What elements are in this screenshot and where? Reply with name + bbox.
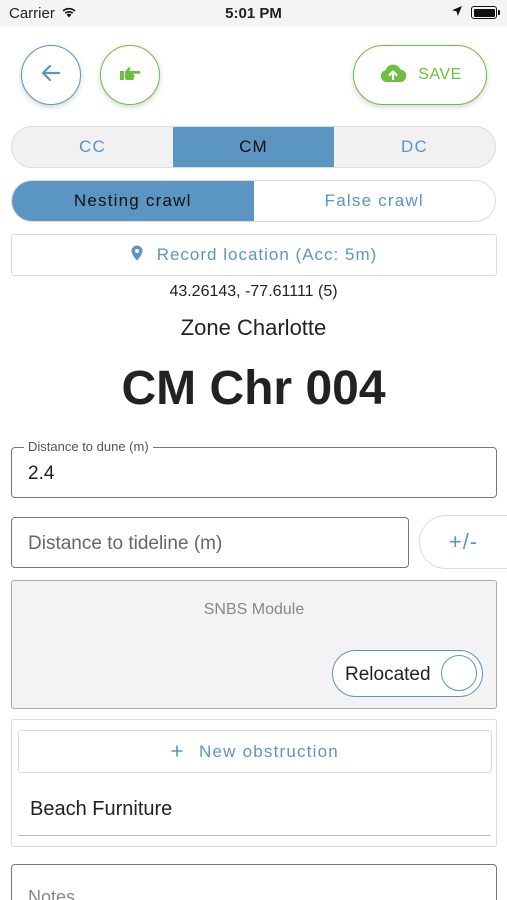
snbs-module-panel: SNBS Module Relocated [11,580,497,709]
save-label: SAVE [418,66,462,83]
crawl-option-nesting[interactable]: Nesting crawl [12,181,254,221]
plus-minus-button[interactable]: +/- [419,515,507,569]
status-right [451,4,500,21]
toggle-knob [441,655,477,691]
hand-pointing-icon [118,64,142,87]
distance-to-tideline-placeholder: Distance to tideline (m) [28,533,223,554]
save-button[interactable]: SAVE [353,45,487,105]
clock: 5:01 PM [225,5,282,22]
snbs-module-title: SNBS Module [203,601,305,618]
map-pin-icon [131,245,143,266]
new-obstruction-label: New obstruction [199,741,339,761]
distance-to-tideline-field[interactable]: Distance to tideline (m) [11,517,409,568]
record-location-button[interactable]: Record location (Acc: 5m) [11,234,497,276]
new-obstruction-button[interactable]: New obstruction [18,730,492,773]
status-bar: Carrier 5:01 PM [0,0,507,27]
segment-option-cm[interactable]: CM [173,127,334,167]
cloud-upload-icon [378,63,408,88]
record-title: CM Chr 004 [121,362,386,415]
record-location-label: Record location (Acc: 5m) [156,245,378,264]
distance-to-dune-value: 2.4 [28,463,55,484]
segment-option-dc[interactable]: DC [334,127,495,167]
obstructions-card: New obstruction Beach Furniture [11,719,497,847]
zone-label: Zone Charlotte [180,315,327,340]
segment-option-cc[interactable]: CC [12,127,173,167]
crawl-type-selector: Nesting crawl False crawl [11,180,496,222]
relocated-toggle[interactable]: Relocated [332,650,483,697]
distance-to-dune-label: Distance to dune (m) [24,439,153,454]
battery-icon [471,6,500,19]
location-arrow-icon [451,4,463,21]
notes-placeholder: Notes [28,887,76,900]
relocated-label: Relocated [345,664,431,685]
obstruction-divider [18,835,490,836]
arrow-left-icon [40,62,62,89]
back-button[interactable] [21,45,81,105]
hand-pointer-button[interactable] [100,45,160,105]
crawl-option-false[interactable]: False crawl [254,181,496,221]
coordinates-text: 43.26143, -77.61111 (5) [169,283,338,300]
obstruction-item[interactable]: Beach Furniture [30,798,172,821]
notes-field[interactable]: Notes [11,864,497,900]
distance-to-dune-field[interactable]: Distance to dune (m) 2.4 [11,439,497,498]
plus-icon [171,742,183,762]
beach-segment-selector: CC CM DC [11,126,496,168]
